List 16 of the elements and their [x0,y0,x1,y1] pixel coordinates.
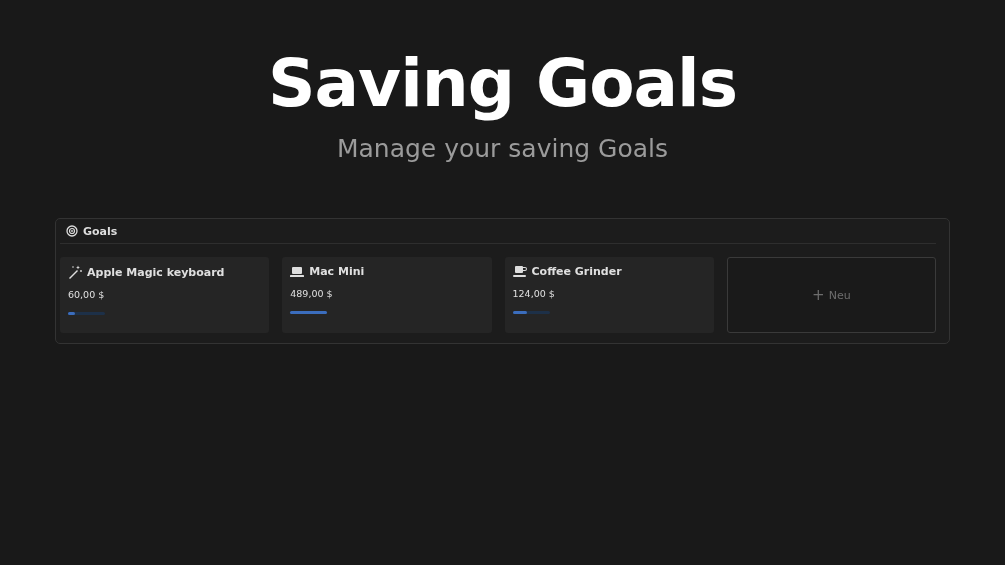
goal-name: Apple Magic keyboard [87,265,225,279]
magic-wand-icon [68,265,82,279]
page-title: Saving Goals [268,44,737,124]
page-subtitle: Manage your saving Goals [336,134,669,164]
laptop-icon [290,265,305,278]
goal-amount: 124,00 $ [512,288,556,299]
target-icon [66,225,78,237]
goal-card[interactable]: Coffee Grinder 124,00 $ [504,257,714,333]
goal-name: Mac Mini [309,265,365,278]
goal-card[interactable]: Mac Mini 489,00 $ [282,257,492,333]
goal-amount: 60,00 $ [68,289,106,300]
goal-name: Coffee Grinder [531,265,622,278]
goal-card[interactable]: Apple Magic keyboard 60,00 $ [60,257,270,333]
panel-title: Goals [83,224,118,238]
goal-amount: 489,00 $ [290,288,334,299]
coffee-cup-icon [512,265,527,278]
